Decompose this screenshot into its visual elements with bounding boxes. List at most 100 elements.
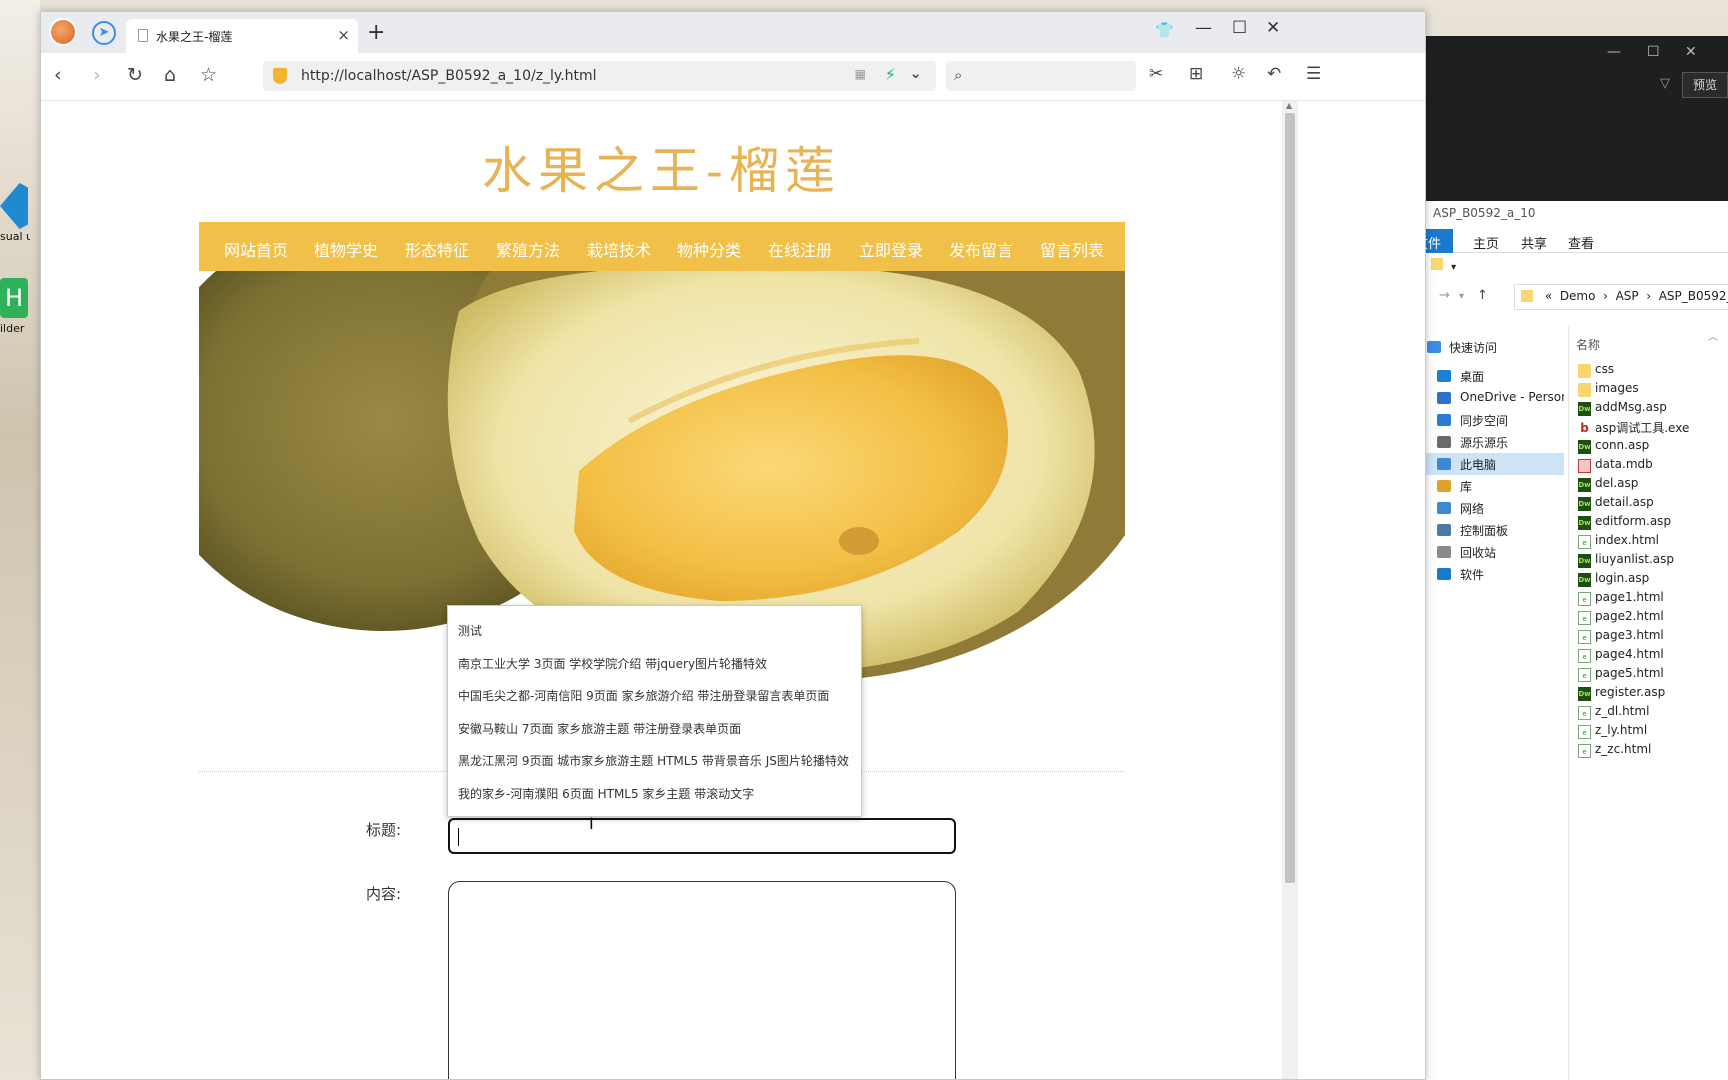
explorer-nav-item[interactable]: 回收站 (1411, 541, 1564, 563)
column-header-name[interactable]: 名称 (1576, 336, 1600, 353)
ribbon-home-tab[interactable]: 主页 (1473, 233, 1499, 252)
breadcrumb-demo[interactable]: Demo (1560, 289, 1596, 303)
forward-icon[interactable]: › (93, 64, 101, 86)
tab-active[interactable]: 水果之王-榴莲 × (126, 19, 358, 53)
explorer-nav-item[interactable]: 控制面板 (1411, 519, 1564, 541)
file-item[interactable]: e z_dl.html (1576, 704, 1726, 723)
explorer-nav-item[interactable]: 软件 (1411, 563, 1564, 585)
file-item[interactable]: e z_zc.html (1576, 742, 1726, 761)
file-item[interactable]: e page3.html (1576, 628, 1726, 647)
chevron-down-icon[interactable]: ⌄ (909, 64, 922, 82)
file-item[interactable]: b asp调试工具.exe (1576, 419, 1726, 438)
ribbon-view-tab[interactable]: 查看 (1568, 233, 1594, 252)
recent-dropdown-icon[interactable]: ▾ (1459, 291, 1464, 302)
grid-icon[interactable]: ⊞ (1189, 64, 1203, 84)
file-item[interactable]: Dw conn.asp (1576, 438, 1726, 457)
scrollbar-thumb[interactable] (1285, 113, 1295, 883)
tab-close-icon[interactable]: × (337, 26, 350, 44)
qr-code-icon[interactable]: ▦ (855, 67, 866, 81)
breadcrumb[interactable]: « Demo › ASP › ASP_B0592_ (1514, 284, 1728, 310)
filter-icon[interactable]: ▽ (1660, 76, 1670, 91)
file-item[interactable]: Dw del.asp (1576, 476, 1726, 495)
maximize-icon[interactable]: ☐ (1232, 18, 1247, 38)
up-arrow-icon[interactable]: ↑ (1477, 288, 1488, 303)
file-item[interactable]: e page4.html (1576, 647, 1726, 666)
content-textarea[interactable] (448, 881, 956, 1079)
dw-file-icon: Dw (1578, 497, 1591, 511)
page-scrollbar[interactable]: ▲ (1282, 101, 1298, 1079)
chevron-down-icon[interactable]: ▾ (1451, 262, 1456, 273)
autocomplete-item[interactable]: 我的家乡-河南濮阳 6页面 HTML5 家乡主题 带滚动文字 (458, 785, 853, 802)
preview-button[interactable]: 预览 (1682, 72, 1728, 98)
explorer-nav-item[interactable]: 同步空间 (1411, 409, 1564, 431)
file-item[interactable]: e page5.html (1576, 666, 1726, 685)
file-item[interactable]: Dw login.asp (1576, 571, 1726, 590)
file-item[interactable]: data.mdb (1576, 457, 1726, 476)
nav-item-5[interactable]: 物种分类 (677, 237, 741, 261)
nav-item-9[interactable]: 留言列表 (1040, 237, 1104, 261)
url-text[interactable]: http://localhost/ASP_B0592_a_10/z_ly.htm… (301, 68, 597, 84)
reload-icon[interactable]: ↻ (127, 64, 143, 86)
file-item[interactable]: css (1576, 362, 1726, 381)
nav-item-4[interactable]: 栽培技术 (587, 237, 651, 261)
explorer-nav-item[interactable]: 快速访问 (1411, 336, 1564, 358)
minimize-icon[interactable]: — (1195, 18, 1212, 38)
lightning-icon[interactable]: ⚡ (885, 65, 896, 84)
nav-item-7[interactable]: 立即登录 (859, 237, 923, 261)
explorer-nav-item[interactable]: 桌面 (1411, 365, 1564, 387)
breadcrumb-current[interactable]: ASP_B0592_ (1659, 289, 1728, 303)
forward-arrow-icon[interactable]: → (1439, 288, 1450, 303)
compass-icon[interactable]: ➤ (92, 21, 116, 45)
ribbon-share-tab[interactable]: 共享 (1521, 233, 1547, 252)
nav-item-3[interactable]: 繁殖方法 (496, 237, 560, 261)
breadcrumb-overflow[interactable]: « (1545, 289, 1552, 303)
back-icon[interactable]: ‹ (54, 64, 62, 86)
new-tab-icon[interactable]: + (367, 20, 385, 45)
file-item[interactable]: Dw liuyanlist.asp (1576, 552, 1726, 571)
address-bar[interactable]: http://localhost/ASP_B0592_a_10/z_ly.htm… (263, 61, 936, 91)
file-item[interactable]: Dw register.asp (1576, 685, 1726, 704)
undo-icon[interactable]: ↶ (1267, 64, 1281, 84)
explorer-nav-item[interactable]: 源乐源乐 (1411, 431, 1564, 453)
explorer-nav-item[interactable]: OneDrive - Person (1411, 387, 1564, 409)
nav-item-0[interactable]: 网站首页 (224, 237, 288, 261)
file-item[interactable]: Dw detail.asp (1576, 495, 1726, 514)
star-icon[interactable]: ☆ (200, 64, 217, 86)
maximize-icon[interactable]: ☐ (1647, 44, 1660, 60)
autocomplete-item[interactable]: 中国毛尖之都-河南信阳 9页面 家乡旅游介绍 带注册登录留言表单页面 (458, 687, 853, 704)
brightness-icon[interactable]: ☼ (1231, 64, 1246, 84)
nav-item-1[interactable]: 植物学史 (314, 237, 378, 261)
file-item[interactable]: images (1576, 381, 1726, 400)
close-icon[interactable]: ✕ (1266, 18, 1280, 38)
vscode-icon[interactable] (0, 183, 28, 229)
scissors-icon[interactable]: ✂ (1149, 64, 1163, 84)
minimize-icon[interactable]: — (1607, 44, 1621, 60)
file-item[interactable]: e page1.html (1576, 590, 1726, 609)
explorer-nav-item[interactable]: 库 (1411, 475, 1564, 497)
shirt-icon[interactable]: 👕 (1155, 21, 1174, 39)
autocomplete-item[interactable]: 南京工业大学 3页面 学校学院介绍 带jquery图片轮播特效 (458, 655, 853, 672)
folder-icon[interactable] (1431, 258, 1443, 270)
search-input[interactable]: ⌕ (946, 61, 1136, 91)
close-icon[interactable]: ✕ (1685, 44, 1697, 60)
scroll-up-icon[interactable]: ▲ (1286, 101, 1292, 110)
home-icon[interactable]: ⌂ (164, 64, 176, 86)
nav-item-6[interactable]: 在线注册 (768, 237, 832, 261)
explorer-nav-item[interactable]: 网络 (1411, 497, 1564, 519)
title-input[interactable] (448, 818, 956, 854)
file-item[interactable]: e index.html (1576, 533, 1726, 552)
hbuilder-icon[interactable]: H (0, 278, 28, 318)
nav-item-8[interactable]: 发布留言 (949, 237, 1013, 261)
user-avatar[interactable] (49, 18, 77, 46)
autocomplete-item[interactable]: 安徽马鞍山 7页面 家乡旅游主题 带注册登录表单页面 (458, 720, 853, 737)
autocomplete-item[interactable]: 黑龙江黑河 9页面 城市家乡旅游主题 HTML5 带背景音乐 JS图片轮播特效 … (458, 752, 853, 769)
explorer-nav-item[interactable]: 此电脑 (1411, 453, 1564, 475)
nav-item-2[interactable]: 形态特征 (405, 237, 469, 261)
file-item[interactable]: e z_ly.html (1576, 723, 1726, 742)
file-item[interactable]: Dw addMsg.asp (1576, 400, 1726, 419)
breadcrumb-asp[interactable]: ASP (1616, 289, 1639, 303)
file-item[interactable]: e page2.html (1576, 609, 1726, 628)
menu-icon[interactable]: ☰ (1306, 64, 1321, 84)
file-item[interactable]: Dw editform.asp (1576, 514, 1726, 533)
autocomplete-item[interactable]: 测试 (458, 622, 853, 639)
